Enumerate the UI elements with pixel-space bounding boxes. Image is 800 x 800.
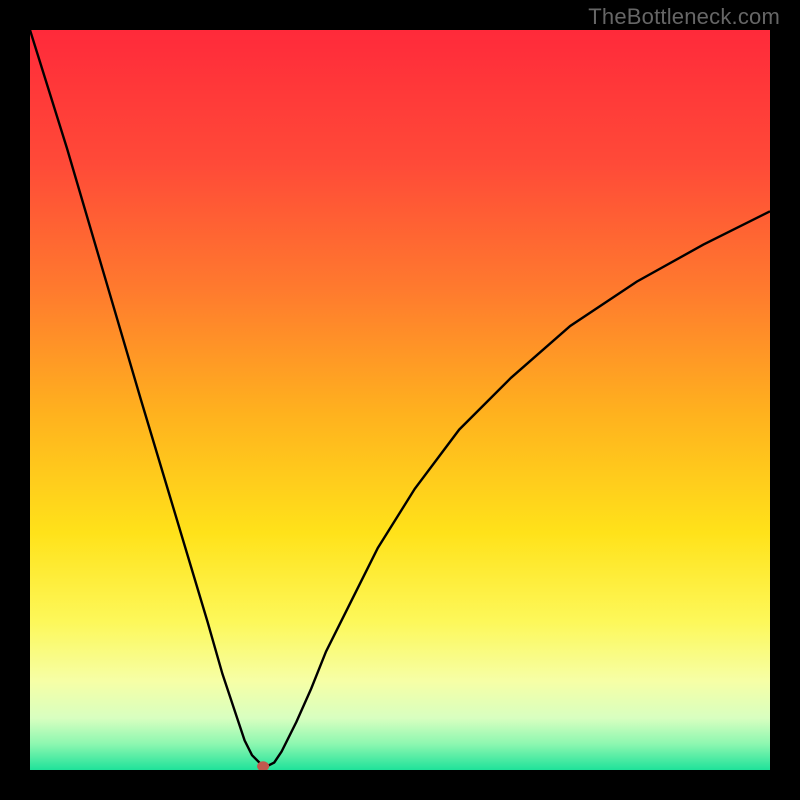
chart-svg bbox=[30, 30, 770, 770]
watermark-text: TheBottleneck.com bbox=[588, 4, 780, 30]
plot-area bbox=[30, 30, 770, 770]
chart-frame: TheBottleneck.com bbox=[0, 0, 800, 800]
